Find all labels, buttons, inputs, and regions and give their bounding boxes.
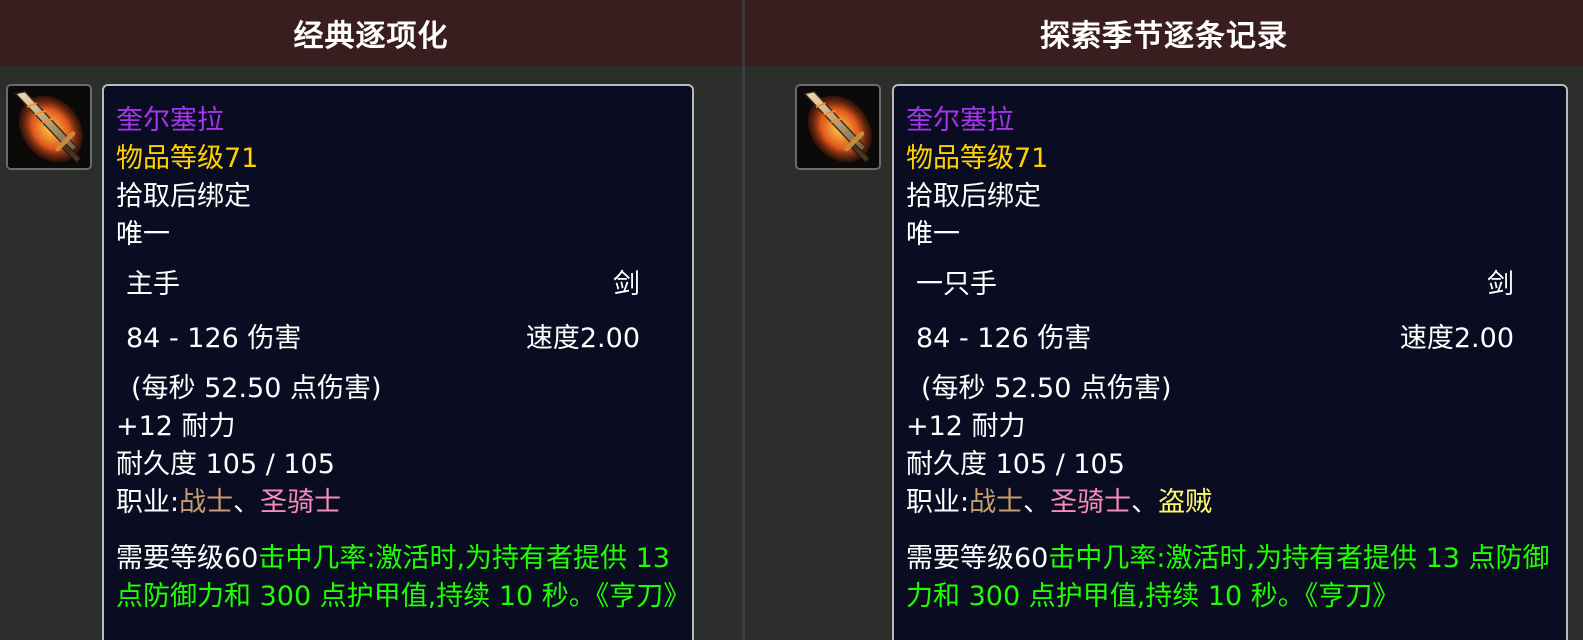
class-rogue: 盗贼 <box>1158 487 1213 518</box>
equip-slot: 主手 <box>126 269 180 300</box>
durability-line: 耐久度 105 / 105 <box>116 449 335 480</box>
bind-type: 拾取后绑定 <box>906 181 1041 212</box>
weapon-type: 剑 <box>1487 269 1514 300</box>
item-level: 物品等级71 <box>116 143 259 174</box>
item-name[interactable]: 奎尔塞拉 <box>116 102 680 140</box>
column-divider <box>742 0 745 640</box>
damage-range: 84 - 126 伤害 <box>916 323 1092 354</box>
slot-row: 主手 剑 <box>116 260 680 310</box>
dps-line: (每秒 52.50 点伤害) <box>921 373 1172 404</box>
slot-row: 一只手 剑 <box>906 260 1554 310</box>
item-tooltip-season: 奎尔塞拉 物品等级71 拾取后绑定 唯一 一只手 剑 84 - 126 伤害 速… <box>892 84 1568 640</box>
bind-type: 拾取后绑定 <box>116 181 251 212</box>
class-warrior: 战士 <box>179 487 234 518</box>
classes-label: 职业: <box>906 487 970 518</box>
item-name[interactable]: 奎尔塞拉 <box>906 102 1554 140</box>
column-title: 探索季节逐条记录 <box>1040 19 1288 54</box>
dps-line: (每秒 52.50 点伤害) <box>131 373 382 404</box>
weapon-type: 剑 <box>613 269 640 300</box>
sword-icon[interactable] <box>795 84 881 170</box>
class-separator: 、 <box>233 487 261 518</box>
column-header-classic: 经典逐项化 <box>0 0 742 66</box>
class-separator: 、 <box>1023 487 1051 518</box>
damage-row: 84 - 126 伤害 速度2.00 <box>116 314 680 364</box>
stat-line: +12 耐力 <box>906 411 1026 442</box>
attack-speed: 速度2.00 <box>1399 323 1514 354</box>
durability-line: 耐久度 105 / 105 <box>906 449 1125 480</box>
class-paladin: 圣骑士 <box>260 487 342 518</box>
column-title: 经典逐项化 <box>293 19 449 54</box>
class-paladin: 圣骑士 <box>1050 487 1132 518</box>
stat-line: +12 耐力 <box>116 411 236 442</box>
requirement-block: 需要等级60击中几率:激活时,为持有者提供 13 点防御力和 300 点护甲值,… <box>906 540 1554 616</box>
class-warrior: 战士 <box>969 487 1024 518</box>
classes-line: 职业:战士、圣骑士、盗贼 <box>906 484 1554 522</box>
classes-line: 职业:战士、圣骑士 <box>116 484 680 522</box>
column-header-season: 探索季节逐条记录 <box>745 0 1583 66</box>
requirement-block: 需要等级60击中几率:激活时,为持有者提供 13 点防御力和 300 点护甲值,… <box>116 540 690 616</box>
unique-label: 唯一 <box>906 219 960 250</box>
classes-label: 职业: <box>116 487 180 518</box>
comparison-view: 经典逐项化 探索季节逐条记录 奎尔塞拉 物品等级71 拾取后绑定 唯一 主手 剑… <box>0 0 1583 640</box>
damage-row: 84 - 126 伤害 速度2.00 <box>906 314 1554 364</box>
required-level: 需要等级60 <box>116 543 259 574</box>
attack-speed: 速度2.00 <box>525 323 640 354</box>
item-tooltip-classic: 奎尔塞拉 物品等级71 拾取后绑定 唯一 主手 剑 84 - 126 伤害 速度… <box>102 84 694 640</box>
required-level: 需要等级60 <box>906 543 1049 574</box>
item-level: 物品等级71 <box>906 143 1049 174</box>
unique-label: 唯一 <box>116 219 170 250</box>
class-separator: 、 <box>1131 487 1159 518</box>
damage-range: 84 - 126 伤害 <box>126 323 302 354</box>
equip-slot: 一只手 <box>916 269 997 300</box>
sword-icon[interactable] <box>6 84 92 170</box>
